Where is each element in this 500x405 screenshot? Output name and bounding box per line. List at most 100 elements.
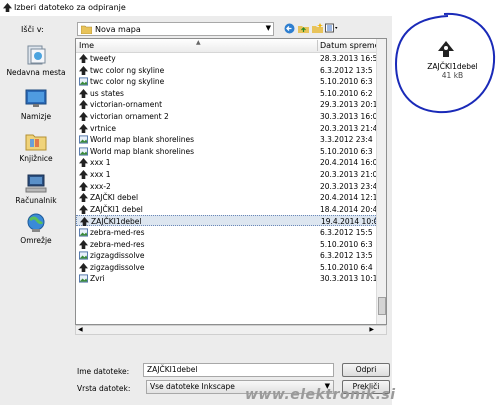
inkscape-app-icon	[3, 3, 12, 12]
open-button[interactable]: Odpri	[342, 363, 390, 377]
network-icon	[27, 213, 45, 232]
computer-icon	[25, 174, 47, 193]
file-row[interactable]: World map blank shorelines 3.3.2012 23:4	[76, 134, 376, 145]
libraries-icon	[25, 134, 47, 151]
file-name: xxx 1	[90, 158, 111, 168]
scroll-right-icon[interactable]: ▶	[369, 326, 374, 333]
file-list[interactable]: Ime ▲ Datum spremembe tweety 28.3.2013 16…	[75, 38, 387, 325]
file-row[interactable]: ZAJČKI1debel 19.4.2014 10:0	[76, 215, 377, 227]
file-row[interactable]: tweety 28.3.2013 16:5	[76, 53, 376, 64]
file-row[interactable]: us states 5.10.2010 6:2	[76, 88, 376, 99]
inkscape-file-icon	[79, 204, 88, 214]
inkscape-file-icon	[79, 88, 88, 98]
file-name: ZAJČKI debel	[90, 193, 139, 203]
file-date: 6.3.2012 13:5	[320, 65, 373, 75]
file-date: 20.3.2013 21:4	[320, 123, 376, 133]
vertical-scrollbar[interactable]	[376, 39, 386, 324]
file-row[interactable]: World map blank shorelines 5.10.2010 6:3	[76, 146, 376, 157]
places-bar: Nedavna mesta Namizje Knjižnice Računaln…	[0, 38, 72, 253]
file-name: vrtnice	[90, 123, 117, 133]
file-name: zigzagdissolve	[90, 262, 145, 272]
file-name: ZAJČKI1debel	[91, 217, 142, 227]
file-row[interactable]: ZAJČKI debel 20.4.2014 12:1	[76, 192, 376, 203]
file-row[interactable]: xxx-2 20.3.2013 23:4	[76, 181, 376, 192]
inkscape-file-icon	[79, 181, 88, 191]
file-date: 5.10.2010 6:3	[320, 146, 373, 156]
file-name: victorian-ornament	[90, 100, 163, 110]
image-file-icon	[79, 228, 88, 237]
horizontal-scrollbar[interactable]: ◀ ▶	[75, 325, 387, 335]
inkscape-file-icon	[79, 158, 88, 168]
inkscape-file-icon	[79, 170, 88, 179]
file-date: 5.10.2010 6:4	[320, 262, 373, 272]
column-name-header[interactable]: Ime	[79, 41, 94, 50]
file-row[interactable]: xxx 1 20.4.2014 16:0	[76, 157, 376, 168]
file-row[interactable]: zebra-med-res 6.3.2012 15:5	[76, 227, 376, 238]
filetype-label: Vrsta datotek:	[77, 384, 131, 393]
file-row[interactable]: vrtnice 20.3.2013 21:4	[76, 123, 376, 134]
list-header: Ime ▲ Datum spremembe	[76, 39, 386, 53]
filename-input[interactable]: ZAJČKI1debel	[143, 363, 334, 377]
file-row[interactable]: victorian-ornament 29.3.2013 20:1	[76, 99, 376, 110]
file-name: ZAJČKI1 debel	[90, 204, 143, 214]
inkscape-file-icon	[79, 123, 88, 133]
filename-label: Ime datoteke:	[77, 367, 130, 376]
lookin-value: Nova mapa	[95, 25, 141, 34]
file-name: World map blank shorelines	[90, 135, 195, 145]
inkscape-file-icon	[79, 193, 88, 203]
file-date: 5.10.2010 6:3	[320, 239, 373, 249]
file-date: 20.4.2014 12:1	[320, 193, 376, 203]
inkscape-file-icon	[79, 100, 88, 110]
scrollbar-thumb[interactable]	[378, 297, 386, 315]
inkscape-file-icon	[79, 262, 88, 272]
desktop-icon	[25, 89, 47, 107]
place-label: Knjižnice	[19, 154, 53, 163]
inkscape-file-icon	[79, 239, 88, 249]
file-row[interactable]: xxx 1 20.3.2013 21:0	[76, 169, 376, 180]
file-row[interactable]: zigzagdissolve 6.3.2012 13:5	[76, 250, 376, 261]
watermark: www.elektronik.si	[245, 387, 396, 403]
file-row[interactable]: Zvri 30.3.2013 10:1	[76, 273, 376, 284]
file-date: 6.3.2012 13:5	[320, 251, 373, 261]
view-menu-icon	[324, 23, 337, 32]
recent-places-icon	[27, 45, 46, 65]
new-folder-icon	[311, 22, 323, 33]
place-label: Omrežje	[20, 236, 52, 245]
back-button[interactable]	[282, 21, 296, 35]
file-name: zigzagdissolve	[90, 251, 145, 261]
place-network[interactable]: Omrežje	[0, 212, 72, 245]
sort-ascending-icon: ▲	[196, 39, 201, 46]
file-name: victorian ornament 2	[90, 112, 169, 121]
place-recent[interactable]: Nedavna mesta	[0, 44, 72, 77]
new-folder-button[interactable]	[310, 21, 324, 35]
view-menu-button[interactable]	[324, 21, 338, 35]
up-folder-button[interactable]	[296, 21, 310, 35]
file-name: twc color ng skyline	[90, 65, 165, 75]
place-computer[interactable]: Računalnik	[0, 172, 72, 205]
place-desktop[interactable]: Namizje	[0, 88, 72, 121]
file-date: 20.3.2013 23:4	[320, 181, 376, 191]
back-arrow-icon	[284, 23, 294, 33]
file-date: 19.4.2014 10:0	[321, 217, 377, 227]
file-date: 28.3.2013 16:5	[320, 54, 376, 63]
file-date: 29.3.2013 20:1	[320, 100, 376, 110]
file-date: 3.3.2012 23:4	[320, 135, 373, 145]
up-folder-icon	[297, 25, 309, 33]
file-date: 30.3.2013 16:0	[320, 112, 376, 121]
scroll-left-icon[interactable]: ◀	[78, 326, 83, 333]
file-date: 30.3.2013 10:1	[320, 274, 376, 284]
lookin-dropdown[interactable]: Nova mapa ▼	[77, 22, 274, 36]
file-row[interactable]: twc color ng skyline 5.10.2010 6:3	[76, 76, 376, 87]
file-date: 5.10.2010 6:2	[320, 88, 373, 98]
file-row[interactable]: zigzagdissolve 5.10.2010 6:4	[76, 262, 376, 273]
file-row[interactable]: ZAJČKI1 debel 18.4.2014 20:4	[76, 204, 376, 215]
chevron-down-icon: ▼	[265, 24, 271, 32]
inkscape-file-icon	[438, 41, 454, 57]
inkscape-file-icon	[79, 54, 88, 63]
file-name: xxx 1	[90, 170, 111, 179]
file-row[interactable]: victorian ornament 2 30.3.2013 16:0	[76, 111, 376, 122]
file-row[interactable]: twc color ng skyline 6.3.2012 13:5	[76, 65, 376, 76]
file-name: xxx-2	[90, 181, 111, 191]
place-libraries[interactable]: Knjižnice	[0, 130, 72, 163]
file-row[interactable]: zebra-med-res 5.10.2010 6:3	[76, 239, 376, 250]
